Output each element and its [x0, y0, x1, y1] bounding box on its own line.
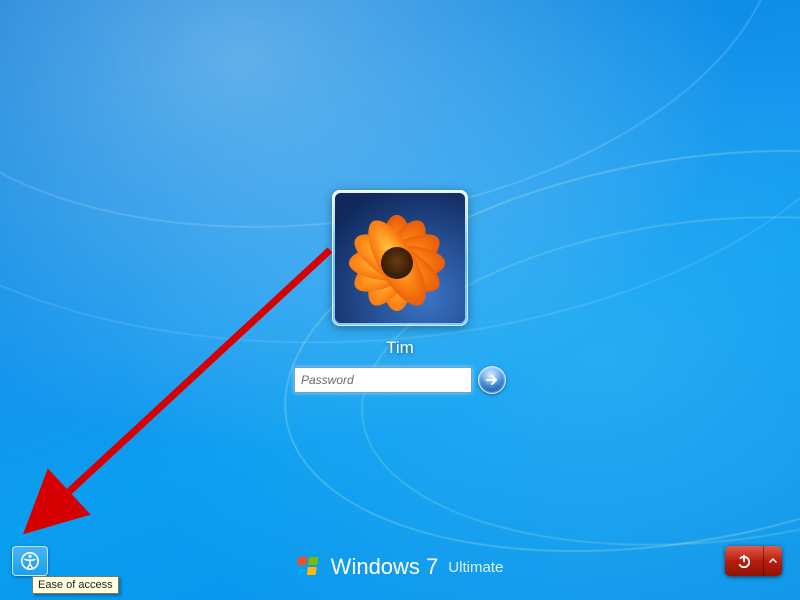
power-options-button[interactable]	[764, 546, 782, 576]
submit-button[interactable]	[478, 366, 506, 394]
product-name: Windows 7	[331, 554, 439, 580]
ease-of-access-button[interactable]	[12, 546, 48, 576]
windows-flag-icon	[297, 554, 323, 580]
user-avatar	[332, 190, 468, 326]
edition-label: Ultimate	[448, 559, 503, 576]
ease-of-access-tooltip: Ease of access	[32, 576, 119, 594]
ease-of-access-icon	[20, 551, 40, 571]
os-branding: Windows 7 Ultimate	[297, 554, 504, 580]
arrow-right-icon	[485, 373, 499, 387]
shutdown-button[interactable]	[725, 546, 764, 576]
power-icon	[736, 553, 752, 569]
username-label: Tim	[270, 338, 530, 358]
avatar-image	[335, 193, 465, 323]
login-panel: Tim	[270, 190, 530, 394]
chevron-up-icon	[769, 557, 777, 565]
password-row	[270, 366, 530, 394]
password-input[interactable]	[294, 367, 472, 393]
login-screen: Tim Ease of access	[0, 0, 800, 600]
power-button-group	[725, 546, 782, 576]
